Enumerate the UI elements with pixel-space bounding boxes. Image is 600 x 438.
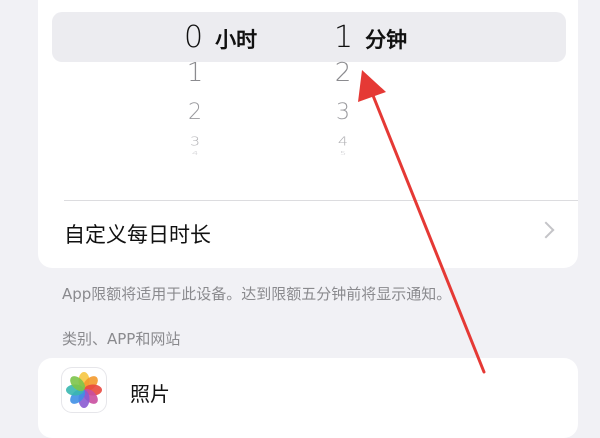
limit-footnote: App限额将适用于此设备。达到限额五分钟前将显示通知。 — [62, 285, 452, 303]
app-row-photos[interactable]: 照片 — [38, 358, 578, 424]
minutes-wheel-option[interactable]: 3 — [328, 100, 358, 125]
hours-wheel-option[interactable]: 3 — [180, 134, 210, 148]
hours-value: 0 — [184, 20, 204, 55]
hours-unit: 小时 — [215, 28, 258, 52]
custom-days-label: 自定义每日时长 — [64, 223, 211, 247]
photos-app-icon — [62, 368, 106, 412]
minutes-value: 1 — [334, 20, 354, 55]
time-limit-card: 0 小时 1 分钟 1 2 3 4 2 3 4 5 自定义每日时长 — [38, 0, 578, 268]
chevron-right-icon — [537, 221, 555, 239]
minutes-wheel-option[interactable]: 4 — [328, 134, 358, 148]
minutes-wheel-option[interactable]: 2 — [328, 58, 358, 88]
row-divider — [64, 200, 578, 201]
app-name: 照片 — [130, 382, 170, 406]
hours-wheel-option[interactable]: 2 — [180, 100, 210, 125]
custom-days-row[interactable]: 自定义每日时长 — [38, 202, 578, 264]
hours-wheel-option[interactable]: 4 — [180, 151, 210, 157]
minutes-wheel-option[interactable]: 5 — [328, 151, 358, 157]
hours-wheel-option[interactable]: 1 — [180, 58, 210, 88]
apps-card: 照片 — [38, 358, 578, 438]
section-header: 类别、APP和网站 — [62, 330, 181, 348]
picker-selection-highlight — [52, 12, 566, 62]
minutes-picker-selected[interactable]: 1 分钟 — [334, 20, 407, 55]
minutes-unit: 分钟 — [365, 28, 408, 52]
hours-picker-selected[interactable]: 0 小时 — [184, 20, 257, 55]
